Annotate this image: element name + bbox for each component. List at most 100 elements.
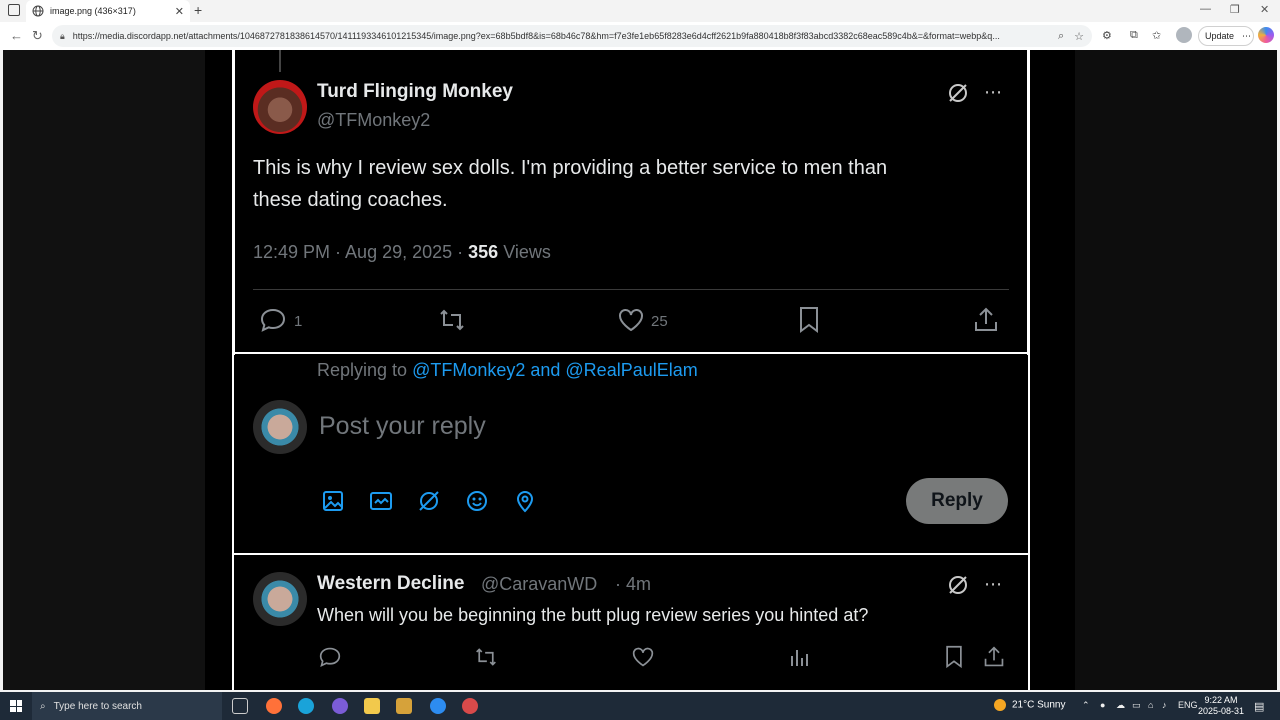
back-button[interactable]: ←: [10, 28, 23, 43]
toolbar: ← ↻ 🔒︎ https://media.discordapp.net/atta…: [0, 22, 1280, 50]
reply-author-handle[interactable]: @CaravanWD: [481, 574, 597, 595]
tray-chevron-icon[interactable]: ⌃: [1082, 700, 1090, 711]
favorite-star-icon[interactable]: ☆: [1074, 30, 1084, 43]
reply-more-icon[interactable]: ⋯: [984, 574, 1002, 595]
gif-icon[interactable]: [369, 489, 393, 513]
taskbar-search-placeholder: Type here to search: [53, 700, 142, 712]
copilot-icon[interactable]: [1258, 27, 1274, 43]
display-icon[interactable]: ▭: [1132, 700, 1141, 711]
like-icon[interactable]: [617, 307, 645, 333]
reply-share-icon[interactable]: [983, 645, 1005, 669]
window-menu-icon[interactable]: [8, 4, 20, 16]
more-options-icon[interactable]: ⋯: [984, 82, 1002, 103]
thread-line: [279, 50, 281, 72]
tweet-timestamp[interactable]: 12:49 PM · Aug 29, 2025 ·: [253, 242, 463, 262]
composer-border-right: [1028, 355, 1030, 555]
url-text: https://media.discordapp.net/attachments…: [72, 31, 1000, 41]
file-explorer-icon[interactable]: [364, 698, 380, 714]
reply-views-icon[interactable]: [788, 646, 810, 668]
reply-button[interactable]: Reply: [906, 478, 1008, 524]
app-icon-4[interactable]: [462, 698, 478, 714]
network-icon[interactable]: ⌂: [1148, 700, 1153, 710]
tweet-text-line-2: these dating coaches.: [253, 189, 448, 211]
app-icon-2[interactable]: [396, 698, 412, 714]
avatar[interactable]: [253, 80, 307, 134]
taskbar-search[interactable]: ⌕ Type here to search: [32, 692, 222, 720]
reply-input[interactable]: Post your reply: [319, 412, 486, 441]
reply-border-left: [232, 555, 234, 690]
clock-date: 2025-08-31: [1198, 706, 1245, 716]
retweet-icon[interactable]: [437, 307, 467, 333]
focus-border-right: [1027, 50, 1030, 355]
author-handle[interactable]: @TFMonkey2: [317, 110, 430, 131]
split-screen-icon[interactable]: ⧉: [1130, 29, 1138, 42]
views-label: Views: [503, 242, 551, 262]
author-name[interactable]: Turd Flinging Monkey: [317, 81, 513, 103]
replying-users[interactable]: @TFMonkey2 and @RealPaulElam: [412, 360, 698, 380]
emoji-icon[interactable]: [465, 489, 489, 513]
cloud-icon[interactable]: ☁: [1116, 700, 1125, 711]
close-tab-icon[interactable]: ✕: [175, 5, 184, 18]
profile-avatar[interactable]: [1176, 27, 1192, 43]
reply-reply-icon[interactable]: [318, 646, 342, 668]
divider: [253, 289, 1009, 290]
update-button[interactable]: Update ⋯: [1198, 26, 1254, 46]
reply-like-icon[interactable]: [631, 646, 655, 668]
tab-strip: image.png (436×317) ✕ + — ❐ ✕: [0, 0, 1280, 22]
clock[interactable]: 9:22 AM 2025-08-31: [1198, 695, 1244, 717]
grok-compose-icon[interactable]: [417, 489, 441, 513]
edge-icon[interactable]: [298, 698, 314, 714]
focus-border-left: [232, 50, 235, 355]
taskbar: ⌕ Type here to search 21°C Sunny ⌃ ● ☁ ▭…: [0, 692, 1280, 720]
minimize-button[interactable]: —: [1200, 3, 1211, 15]
zoom-icon[interactable]: ⌕: [1058, 30, 1064, 43]
reply-bookmark-icon[interactable]: [944, 645, 964, 669]
extensions-icon[interactable]: ⚙: [1102, 29, 1112, 42]
reply-text: When will you be beginning the butt plug…: [317, 605, 869, 625]
app-icon-3[interactable]: [430, 698, 446, 714]
volume-icon[interactable]: ♪: [1162, 700, 1167, 710]
close-window-button[interactable]: ✕: [1260, 3, 1269, 16]
like-count: 25: [651, 313, 668, 330]
grok-icon[interactable]: [947, 82, 969, 104]
location-icon[interactable]: [513, 489, 537, 513]
right-margin: [1075, 50, 1277, 690]
composer-divider: [235, 352, 1027, 354]
media-icon[interactable]: [321, 489, 345, 513]
more-icon[interactable]: ⋯: [1242, 31, 1251, 42]
reply-icon[interactable]: [259, 307, 287, 333]
browser-tab[interactable]: image.png (436×317) ✕: [26, 0, 190, 22]
search-icon: ⌕: [40, 700, 46, 712]
lock-icon: 🔒︎: [60, 30, 65, 41]
reply-avatar[interactable]: [253, 572, 307, 626]
tweet-text-line-1: This is why I review sex dolls. I'm prov…: [253, 157, 888, 179]
reply-age[interactable]: · 4m: [615, 574, 651, 595]
replying-to: Replying to @TFMonkey2 and @RealPaulElam: [317, 360, 698, 381]
composer-border-left: [232, 355, 234, 555]
clock-time: 9:22 AM: [1204, 695, 1238, 705]
task-view-icon[interactable]: [232, 698, 248, 714]
share-icon[interactable]: [973, 306, 999, 334]
reply-count: 1: [294, 313, 303, 330]
mic-icon[interactable]: ●: [1100, 700, 1105, 710]
language-indicator[interactable]: ENG: [1178, 700, 1198, 710]
new-tab-button[interactable]: +: [194, 2, 202, 18]
reply-grok-icon[interactable]: [947, 574, 969, 596]
reply-border-right: [1028, 555, 1030, 690]
reply-retweet-icon[interactable]: [473, 646, 499, 668]
address-bar[interactable]: 🔒︎ https://media.discordapp.net/attachme…: [52, 25, 1092, 47]
weather-widget[interactable]: 21°C Sunny: [994, 699, 1065, 711]
reload-button[interactable]: ↻: [32, 28, 43, 44]
sun-icon: [994, 699, 1006, 711]
favorites-icon[interactable]: ✩: [1152, 29, 1161, 42]
notifications-icon[interactable]: ▤: [1254, 700, 1264, 713]
globe-icon: [32, 5, 44, 17]
start-button[interactable]: [10, 700, 22, 712]
bookmark-icon[interactable]: [798, 306, 820, 334]
maximize-button[interactable]: ❐: [1230, 3, 1240, 16]
app-icon[interactable]: [332, 698, 348, 714]
reply-divider: [233, 553, 1030, 555]
reply-author-name[interactable]: Western Decline: [317, 573, 464, 595]
firefox-icon[interactable]: [266, 698, 282, 714]
my-avatar[interactable]: [253, 400, 307, 454]
